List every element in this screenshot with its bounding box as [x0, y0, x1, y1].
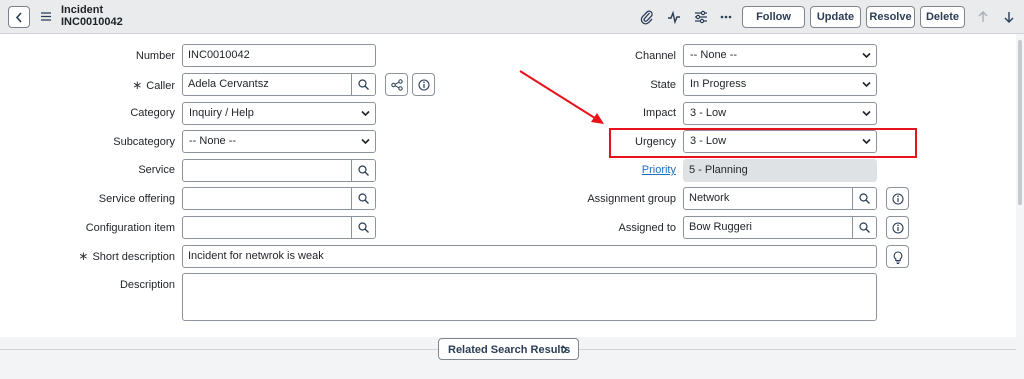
- caller-field[interactable]: Adela Cervantsz: [182, 73, 376, 96]
- record-type-title: Incident: [61, 4, 104, 16]
- assignment-group-field[interactable]: Network: [683, 187, 877, 210]
- chevron-down-icon: [361, 138, 370, 145]
- description-label: Description: [119, 279, 175, 291]
- caller-relationships-button[interactable]: [385, 73, 408, 96]
- arrow-up-icon[interactable]: [975, 9, 991, 25]
- back-button[interactable]: [8, 6, 30, 28]
- urgency-highlight-box: [609, 128, 917, 158]
- impact-select[interactable]: 3 - Low: [683, 102, 877, 125]
- category-select[interactable]: Inquiry / Help: [182, 102, 376, 125]
- caller-info-button[interactable]: [412, 73, 435, 96]
- assigned-to-field[interactable]: Bow Ruggeri: [683, 216, 877, 239]
- scrollbar-thumb[interactable]: [1018, 40, 1022, 205]
- search-icon: [358, 79, 369, 90]
- assignment-group-lookup-button[interactable]: [852, 188, 876, 209]
- service-field[interactable]: [182, 159, 376, 182]
- follow-button[interactable]: Follow: [742, 6, 805, 28]
- assigned-to-lookup-button[interactable]: [852, 217, 876, 238]
- configuration-item-label: Configuration item: [85, 222, 175, 234]
- more-options-icon[interactable]: [718, 9, 734, 25]
- service-offering-label: Service offering: [98, 193, 175, 205]
- section-divider: [579, 349, 1016, 350]
- related-search-results-button[interactable]: Related Search Results: [438, 338, 579, 360]
- chevron-left-icon: [15, 12, 22, 23]
- state-select[interactable]: In Progress: [683, 73, 877, 96]
- chevron-down-icon: [862, 81, 871, 88]
- chevron-down-icon: [862, 110, 871, 117]
- assigned-to-info-button[interactable]: [886, 216, 909, 239]
- impact-label: Impact: [642, 107, 676, 119]
- number-field[interactable]: INC0010042: [182, 44, 376, 67]
- short-description-field[interactable]: Incident for netwrok is weak: [182, 245, 877, 268]
- paperclip-icon[interactable]: [639, 9, 655, 25]
- record-number-title: INC0010042: [61, 16, 123, 28]
- caller-lookup-button[interactable]: [351, 74, 375, 95]
- configuration-item-lookup-button[interactable]: [351, 217, 375, 238]
- chevron-down-icon: [361, 110, 370, 117]
- delete-button[interactable]: Delete: [920, 6, 965, 28]
- info-icon: [892, 193, 904, 205]
- section-divider: [0, 349, 438, 350]
- caller-label: ∗ Caller: [132, 78, 175, 92]
- activity-icon[interactable]: [666, 9, 682, 25]
- required-mark: ∗: [78, 249, 89, 263]
- subcategory-label: Subcategory: [113, 136, 175, 148]
- search-icon: [358, 222, 369, 233]
- description-field[interactable]: [182, 273, 877, 321]
- priority-field: 5 - Planning: [683, 159, 877, 182]
- category-label: Category: [130, 107, 175, 119]
- hamburger-menu-icon[interactable]: [41, 12, 51, 21]
- service-offering-lookup-button[interactable]: [351, 188, 375, 209]
- service-offering-field[interactable]: [182, 187, 376, 210]
- suggestion-button[interactable]: [886, 245, 909, 268]
- chevron-down-icon: [862, 52, 871, 59]
- number-label: Number: [135, 50, 175, 62]
- assigned-to-label: Assigned to: [618, 222, 676, 234]
- assignment-group-info-button[interactable]: [886, 187, 909, 210]
- search-icon: [859, 193, 870, 204]
- info-icon: [892, 222, 904, 234]
- info-icon: [418, 79, 430, 91]
- assignment-group-label: Assignment group: [587, 193, 676, 205]
- state-label: State: [650, 79, 676, 91]
- subcategory-select[interactable]: -- None --: [182, 130, 376, 153]
- priority-link[interactable]: Priority: [560, 162, 676, 178]
- search-icon: [358, 165, 369, 176]
- lightbulb-icon: [893, 251, 903, 264]
- update-button[interactable]: Update: [810, 6, 861, 28]
- hierarchy-icon: [391, 79, 403, 91]
- service-lookup-button[interactable]: [351, 160, 375, 181]
- channel-label: Channel: [635, 50, 676, 62]
- search-icon: [358, 193, 369, 204]
- channel-select[interactable]: -- None --: [683, 44, 877, 67]
- form-header: Incident INC0010042 Follow Update Resolv…: [0, 0, 1024, 34]
- arrow-down-icon[interactable]: [1001, 9, 1017, 25]
- short-description-label: ∗ Short description: [78, 249, 175, 263]
- resolve-button[interactable]: Resolve: [866, 6, 915, 28]
- required-mark: ∗: [132, 78, 143, 92]
- search-icon: [859, 222, 870, 233]
- service-label: Service: [138, 164, 175, 176]
- chevron-right-icon: [562, 345, 568, 354]
- configuration-item-field[interactable]: [182, 216, 376, 239]
- settings-sliders-icon[interactable]: [693, 9, 709, 25]
